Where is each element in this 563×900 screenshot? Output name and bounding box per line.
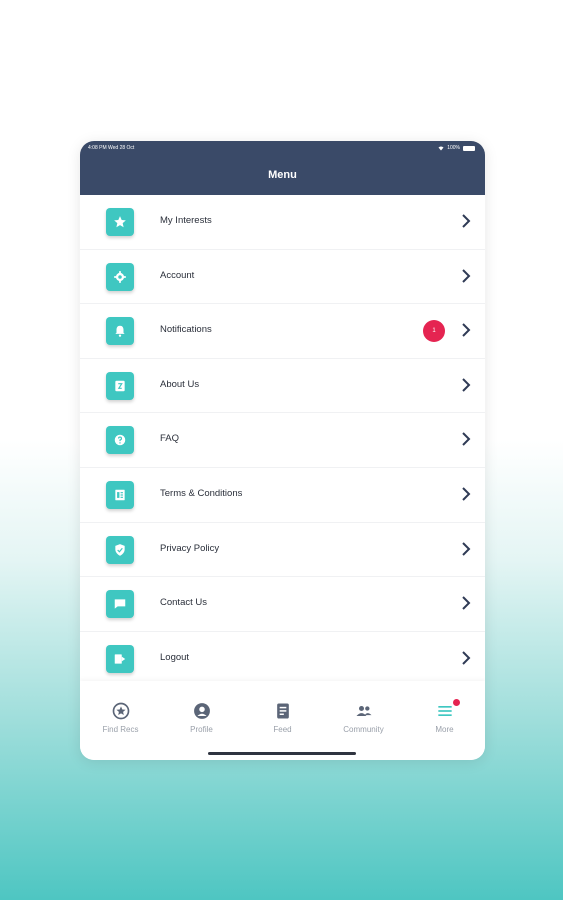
menu-item-label: Notifications (160, 324, 212, 336)
user-circle-icon (193, 703, 210, 719)
home-indicator (208, 752, 356, 755)
menu-item-contact-us[interactable]: Contact Us (80, 577, 485, 632)
tab-label: Community (343, 725, 384, 734)
tablet-frame: 4:08 PM Wed 28 Oct 100% Menu My Interest… (80, 141, 485, 760)
gear-icon (106, 262, 134, 291)
menu-item-account[interactable]: Account (80, 250, 485, 305)
tab-label: More (435, 725, 454, 734)
tab-community[interactable]: Community (323, 701, 404, 734)
menu-item-label: My Interests (160, 215, 212, 226)
info-document-icon (106, 371, 134, 400)
chevron-right-icon (462, 323, 471, 337)
menu-item-notifications[interactable]: Notifications 1 (80, 304, 485, 359)
chevron-right-icon (462, 596, 471, 610)
battery-percentage: 100% (447, 145, 460, 151)
battery-icon (463, 145, 475, 151)
menu-item-faq[interactable]: FAQ (80, 413, 485, 468)
menu-item-about-us[interactable]: About Us (80, 359, 485, 414)
menu-item-label: Terms & Conditions (160, 487, 243, 499)
tab-find-recs[interactable]: Find Recs (80, 701, 161, 734)
bottom-tab-bar: Find Recs Profile Feed Community More (80, 681, 485, 760)
tab-label: Profile (190, 725, 213, 734)
chevron-right-icon (462, 541, 471, 556)
status-time: 4:08 PM Wed 28 Oct (88, 145, 135, 151)
menu-item-label: About Us (160, 378, 200, 390)
chevron-right-icon (462, 268, 471, 283)
menu-item-terms-conditions[interactable]: Terms & Conditions (80, 468, 485, 523)
notification-badge: 1 (423, 320, 445, 343)
feed-document-icon (276, 703, 289, 719)
page-title: Menu (268, 169, 297, 181)
menu-item-privacy-policy[interactable]: Privacy Policy (80, 523, 485, 578)
people-icon (356, 706, 371, 716)
question-icon (106, 426, 134, 455)
menu-item-label: Privacy Policy (160, 542, 220, 554)
chevron-right-icon (462, 487, 471, 501)
menu-list: My Interests Account Notifications 1 Abo… (80, 195, 485, 687)
menu-item-label: Contact Us (160, 597, 207, 609)
menu-item-my-interests[interactable]: My Interests (80, 195, 485, 250)
chevron-right-icon (462, 651, 471, 665)
hamburger-icon (437, 706, 452, 716)
chevron-right-icon (462, 432, 471, 447)
tab-more[interactable]: More (404, 699, 485, 734)
menu-item-logout[interactable]: Logout (80, 632, 485, 687)
chat-icon (106, 590, 134, 619)
menu-item-label: Logout (160, 651, 190, 663)
logout-icon (106, 644, 134, 673)
star-icon (106, 208, 134, 236)
bell-icon (106, 317, 134, 346)
shield-check-icon (106, 535, 134, 564)
status-indicators: 100% (438, 145, 475, 151)
tab-label: Feed (273, 725, 292, 734)
chevron-right-icon (462, 378, 471, 392)
terms-document-icon (106, 480, 134, 509)
notification-dot (453, 699, 460, 706)
tab-label: Find Recs (102, 725, 139, 734)
tab-profile[interactable]: Profile (161, 701, 242, 734)
header-bar: 4:08 PM Wed 28 Oct 100% Menu (80, 141, 485, 195)
chevron-right-icon (462, 214, 471, 228)
wifi-icon (438, 146, 444, 150)
menu-item-label: Account (160, 269, 195, 281)
menu-item-label: FAQ (160, 433, 180, 445)
star-circle-icon (112, 702, 129, 720)
tab-feed[interactable]: Feed (242, 701, 323, 734)
